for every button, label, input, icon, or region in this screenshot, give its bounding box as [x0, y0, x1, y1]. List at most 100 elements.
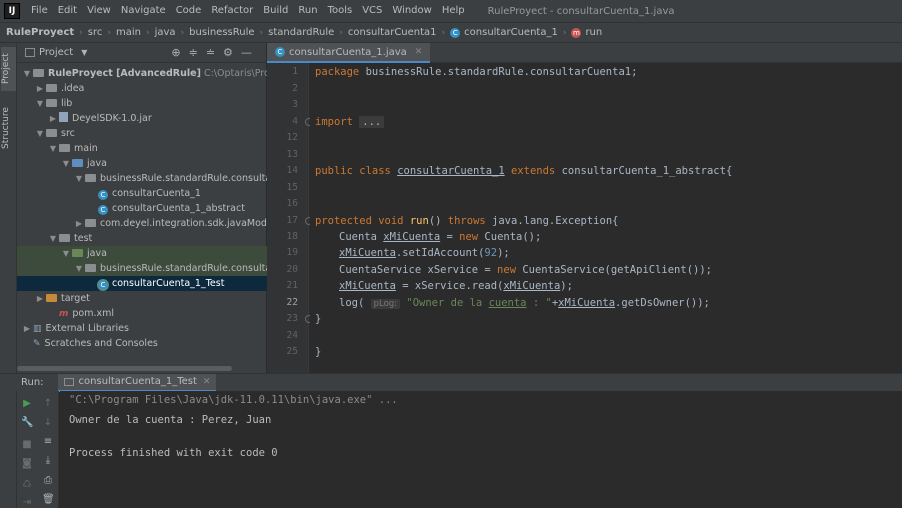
print-icon[interactable]: ⎙ — [42, 475, 54, 487]
breadcrumb-businessrule[interactable]: businessRule — [189, 27, 254, 38]
chevron-down-icon[interactable]: ▼ — [47, 141, 59, 156]
tree-item[interactable]: ▶ .idea — [17, 81, 267, 96]
code-token: package — [315, 66, 360, 78]
breadcrumb-java[interactable]: java — [155, 27, 176, 38]
tree-item[interactable]: ▼ lib — [17, 96, 267, 111]
chevron-right-icon[interactable]: ▶ — [21, 321, 33, 336]
tree-item[interactable]: ▼ main — [17, 141, 267, 156]
code-token: xMiCuenta — [503, 280, 561, 292]
menu-tools[interactable]: Tools — [323, 0, 358, 22]
tree-item-label: RuleProyect [AdvancedRule] — [48, 68, 201, 79]
tree-item[interactable]: ▼ businessRule.standardRule.consultarCuen — [17, 261, 267, 276]
tree-item[interactable]: m pom.xml — [17, 306, 267, 321]
tree-item[interactable]: CconsultarCuenta_1 — [17, 186, 267, 201]
menu-vcs[interactable]: VCS — [357, 0, 387, 22]
horizontal-scrollbar[interactable] — [17, 366, 232, 371]
menu-code[interactable]: Code — [171, 0, 207, 22]
tree-item[interactable]: ▶ com.deyel.integration.sdk.javaModels — [17, 216, 267, 231]
code-line-19: xMiCuenta.setIdAccount(92); — [339, 245, 510, 261]
tree-item[interactable]: ▼ RuleProyect [AdvancedRule] C:\Optaris\P… — [17, 66, 267, 81]
breadcrumb-package[interactable]: consultarCuenta1 — [348, 27, 437, 38]
breadcrumb-project[interactable]: RuleProyect — [6, 27, 74, 38]
tab-label: consultarCuenta_1.java — [289, 46, 407, 58]
close-icon[interactable]: ✕ — [415, 47, 423, 57]
chevron-down-icon[interactable]: ▼ — [34, 126, 46, 141]
menu-navigate[interactable]: Navigate — [116, 0, 171, 22]
line-number: 4 — [292, 116, 298, 127]
chevron-down-icon[interactable]: ▼ — [60, 156, 72, 171]
run-console[interactable]: "C:\Program Files\Java\jdk-11.0.11\bin\j… — [60, 391, 902, 508]
class-icon: C — [98, 190, 108, 200]
chevron-down-icon[interactable]: ▼ — [73, 171, 85, 186]
menu-help[interactable]: Help — [437, 0, 470, 22]
login-icon[interactable]: ⇥ — [21, 497, 33, 508]
tree-item[interactable]: ▼ java — [17, 246, 267, 261]
stop-icon[interactable]: ■ — [21, 439, 33, 451]
tree-item-label: DeyelSDK-1.0.jar — [72, 113, 152, 124]
wrench-icon[interactable]: 🔧 — [21, 417, 33, 429]
tree-item-label: java — [87, 158, 107, 169]
code-token: log( — [339, 297, 371, 309]
chevron-down-icon[interactable]: ▼ — [34, 96, 46, 111]
chevron-down-icon[interactable]: ▼ — [21, 66, 33, 81]
menu-view[interactable]: View — [82, 0, 116, 22]
menu-window[interactable]: Window — [387, 0, 436, 22]
arrow-down-icon[interactable]: ↓ — [42, 417, 54, 429]
code-token: import — [315, 116, 353, 128]
side-tab-structure[interactable]: Structure — [1, 103, 16, 153]
breadcrumb-class[interactable]: consultarCuenta_1 — [464, 27, 558, 38]
menu-refactor[interactable]: Refactor — [206, 0, 258, 22]
chevron-right-icon[interactable]: ▶ — [34, 291, 46, 306]
arrow-up-icon[interactable]: ↑ — [42, 398, 54, 410]
side-tab-project[interactable]: Project — [1, 47, 16, 91]
breadcrumb-method[interactable]: run — [585, 27, 602, 38]
soft-wrap-icon[interactable]: ≡ — [42, 436, 54, 448]
folder-icon — [46, 129, 57, 137]
menu-edit[interactable]: Edit — [53, 0, 82, 22]
tree-item[interactable]: CconsultarCuenta_1_abstract — [17, 201, 267, 216]
camera-icon[interactable]: ◙ — [21, 458, 33, 470]
breadcrumb-src[interactable]: src — [88, 27, 103, 38]
tree-item[interactable]: ▼ test — [17, 231, 267, 246]
menu-file[interactable]: File — [26, 0, 53, 22]
expand-all-icon[interactable]: ≑ — [189, 46, 198, 59]
tree-item[interactable]: ▼ src — [17, 126, 267, 141]
chevron-down-icon[interactable]: ▼ — [60, 246, 72, 261]
tree-item[interactable]: ▶ ▥ External Libraries — [17, 321, 267, 336]
collapse-all-icon[interactable]: ≐ — [206, 46, 215, 59]
tree-item[interactable]: ✎ Scratches and Consoles — [17, 336, 267, 351]
tree-item[interactable]: ▼ businessRule.standardRule.consultarCuen — [17, 171, 267, 186]
folded-imports[interactable]: ... — [359, 116, 385, 128]
code-token: ); — [497, 247, 510, 259]
menu-run[interactable]: Run — [293, 0, 322, 22]
code-editor[interactable]: package businessRule.standardRule.consul… — [310, 63, 902, 373]
chevron-right-icon[interactable]: ▶ — [47, 111, 59, 126]
tab-consultarcuenta-1-java[interactable]: C consultarCuenta_1.java ✕ — [267, 43, 431, 63]
tree-item[interactable]: CconsultarCuenta_1_Test — [17, 276, 267, 291]
chevron-down-icon[interactable]: ▼ — [47, 231, 59, 246]
tree-item[interactable]: ▼ java — [17, 156, 267, 171]
locate-icon[interactable]: ⊕ — [171, 46, 180, 59]
breadcrumb-main[interactable]: main — [116, 27, 141, 38]
gear-icon[interactable]: ⚙ — [223, 46, 233, 59]
dropdown-arrow-icon[interactable]: ▼ — [81, 48, 87, 57]
tree-item[interactable]: ▶ target — [17, 291, 267, 306]
menu-bar: IJ File Edit View Navigate Code Refactor… — [0, 0, 902, 22]
restore-icon[interactable]: ♺ — [21, 479, 33, 491]
menu-build[interactable]: Build — [258, 0, 293, 22]
trash-icon[interactable]: 🗑 — [42, 494, 55, 506]
hide-icon[interactable]: — — [241, 46, 252, 59]
tree-item-label: lib — [61, 98, 73, 109]
chevron-right-icon[interactable]: ▶ — [34, 81, 46, 96]
run-tab[interactable]: consultarCuenta_1_Test ✕ — [57, 373, 217, 392]
run-toolbar-primary: ▶ 🔧 ■ ◙ ♺ ⇥ — [17, 391, 37, 508]
tree-item[interactable]: ▶ DeyelSDK-1.0.jar — [17, 111, 267, 126]
code-token: public class — [315, 165, 391, 177]
chevron-right-icon[interactable]: ▶ — [73, 216, 85, 231]
rerun-icon[interactable]: ▶ — [21, 398, 33, 410]
scroll-to-end-icon[interactable]: ⤓ — [42, 455, 54, 467]
chevron-down-icon[interactable]: ▼ — [73, 261, 85, 276]
close-icon[interactable]: ✕ — [203, 377, 211, 387]
breadcrumb-standardrule[interactable]: standardRule — [268, 27, 334, 38]
project-panel-title[interactable]: Project — [39, 47, 73, 58]
